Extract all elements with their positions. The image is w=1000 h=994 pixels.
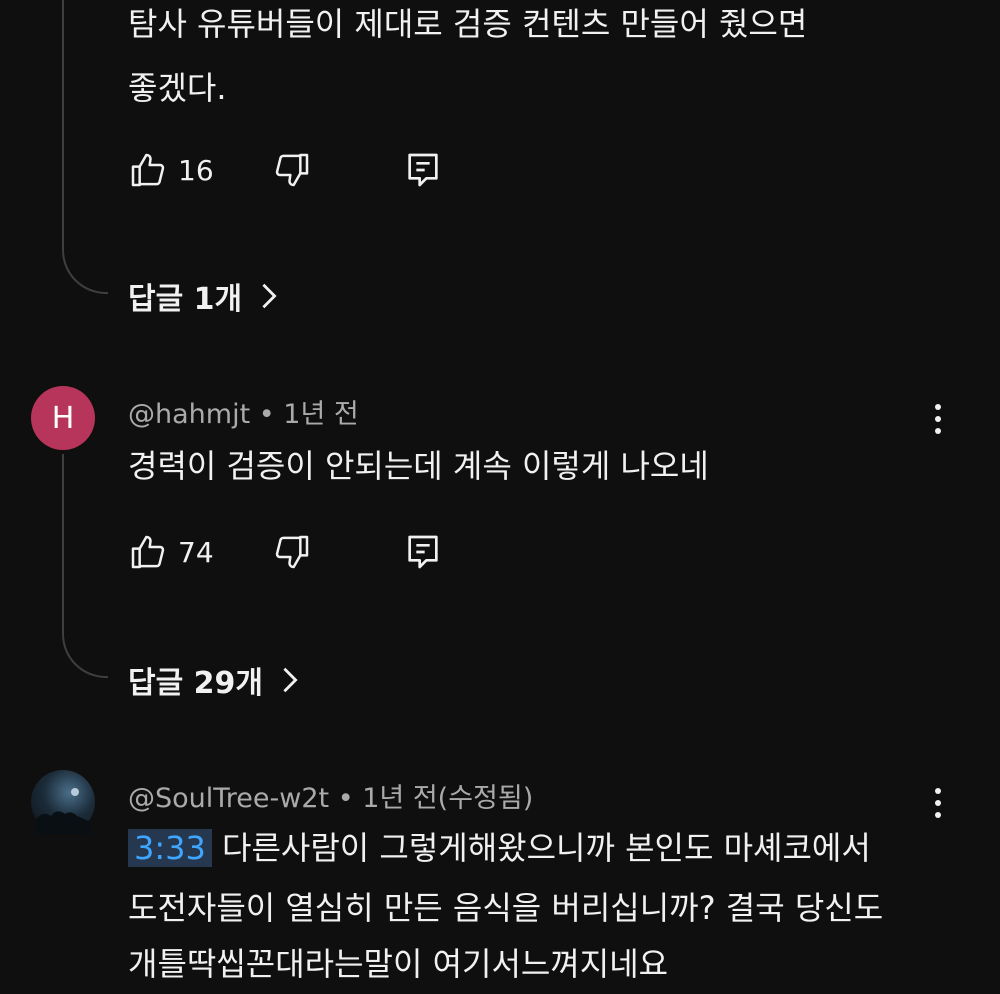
comment-3-text-line-1-body: 다른사람이 그렇게해왔으니까 본인도 마셰코에서 [222, 829, 871, 867]
avatar[interactable]: H [31, 386, 95, 450]
view-replies-button[interactable]: 답글 29개 [128, 658, 299, 702]
comment-1-actions: 16 [128, 150, 442, 190]
thread-curve-2 [62, 624, 108, 678]
comment-2-text-line-1: 경력이 검증이 안되는데 계속 이렇게 나오네 [128, 447, 709, 485]
chevron-right-icon [260, 282, 278, 310]
comment-icon [404, 150, 442, 190]
view-replies-button[interactable]: 답글 1개 [128, 274, 278, 318]
comment-3-text-line-1: 3:33 다른사람이 그렇게해왔으니까 본인도 마셰코에서 [128, 818, 871, 878]
thumbs-down-icon [272, 532, 312, 572]
replies-label: 답글 29개 [128, 666, 263, 701]
more-options-button[interactable] [928, 404, 948, 434]
tree-avatar-image [35, 788, 91, 834]
like-button[interactable]: 16 [128, 150, 214, 190]
comment-age: 1년 전 [283, 399, 359, 430]
thumbs-up-icon [128, 150, 168, 190]
thread-line-1 [62, 0, 64, 240]
like-count: 74 [178, 535, 214, 569]
avatar-letter: H [51, 400, 75, 436]
meta-separator: • [258, 399, 284, 430]
more-vert-icon [935, 788, 941, 794]
comment-2-actions: 74 [128, 532, 442, 572]
timestamp-link[interactable]: 3:33 [128, 829, 212, 867]
replies-label: 답글 1개 [128, 282, 243, 317]
like-count: 16 [178, 153, 214, 187]
thread-line-2 [62, 454, 64, 624]
comment-icon [404, 532, 442, 572]
author-name[interactable]: @hahmjt [128, 399, 250, 430]
comment-age: 1년 전(수정됨) [362, 783, 534, 814]
more-vert-icon [935, 404, 941, 410]
reply-button[interactable] [404, 150, 442, 190]
thread-curve-1 [62, 240, 108, 294]
comment-1-text-line-2: 좋겠다. [128, 69, 227, 107]
comment-3-text-line-2: 도전자들이 열심히 만든 음식을 버리십니까? 결국 당신도 [128, 889, 884, 927]
thumbs-up-icon [128, 532, 168, 572]
comment-3-text-line-3: 개틀딱씹꼰대라는말이 여기서느껴지네요 [128, 945, 669, 983]
dislike-button[interactable] [272, 150, 312, 190]
thumbs-down-icon [272, 150, 312, 190]
dislike-button[interactable] [272, 532, 312, 572]
comment-2-meta: @hahmjt • 1년 전 [128, 392, 359, 431]
reply-button[interactable] [404, 532, 442, 572]
more-options-button[interactable] [928, 788, 948, 818]
comment-1-text-line-1: 탐사 유튜버들이 제대로 검증 컨텐츠 만들어 줬으면 [128, 5, 808, 43]
avatar[interactable] [31, 770, 95, 834]
meta-separator: • [337, 783, 363, 814]
comment-3-meta: @SoulTree-w2t • 1년 전(수정됨) [128, 776, 533, 815]
like-button[interactable]: 74 [128, 532, 214, 572]
author-name[interactable]: @SoulTree-w2t [128, 783, 329, 814]
chevron-right-icon [281, 666, 299, 694]
